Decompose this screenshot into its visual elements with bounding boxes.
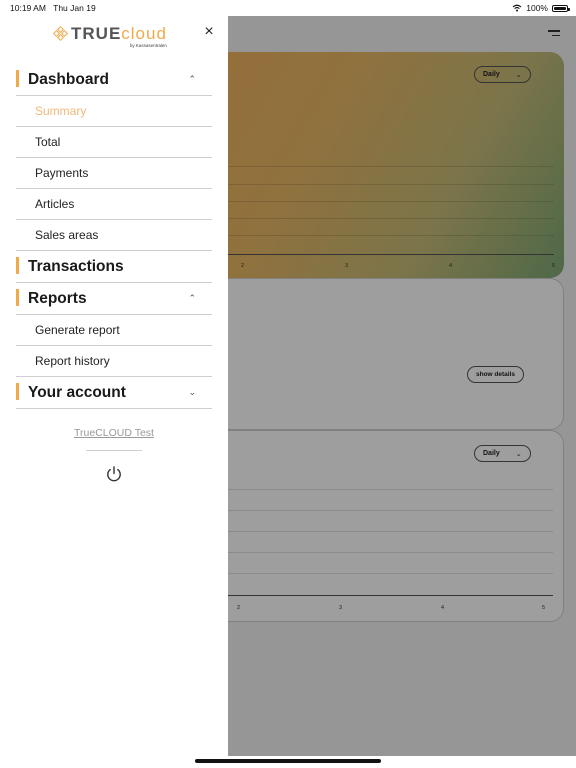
side-drawer: TRUEcloud by Kassasentralen × Dashboard … [0, 16, 228, 768]
home-indicator[interactable] [195, 759, 381, 763]
section-your-account[interactable]: Your account ⌄ [16, 377, 212, 409]
menu-item-generate-report[interactable]: Generate report [16, 315, 212, 346]
section-transactions[interactable]: Transactions [16, 251, 212, 283]
chevron-down-icon: ⌄ [188, 387, 196, 397]
status-time: 10:19 AM [10, 3, 46, 13]
menu-item-report-history[interactable]: Report history [16, 346, 212, 377]
logo-mark-icon [52, 25, 69, 42]
drawer-header: TRUEcloud by Kassasentralen × [0, 16, 228, 56]
status-date: Thu Jan 19 [53, 3, 96, 13]
section-reports[interactable]: Reports ⌃ [16, 283, 212, 315]
status-bar: 10:19 AM Thu Jan 19 100% [0, 0, 576, 16]
logo-subtitle: by Kassasentralen [129, 43, 167, 48]
close-icon[interactable]: × [202, 24, 216, 40]
status-left: 10:19 AM Thu Jan 19 [10, 3, 101, 13]
chevron-up-icon: ⌃ [188, 293, 196, 303]
menu-item-total[interactable]: Total [16, 127, 212, 158]
screen: 10:19 AM Thu Jan 19 100% Daily ⌄ 2 3 4 5… [0, 0, 576, 768]
battery-icon [552, 4, 570, 12]
section-label: Your account [28, 383, 126, 401]
divider [86, 450, 142, 451]
status-right: 100% [512, 3, 570, 13]
menu-item-sales-areas[interactable]: Sales areas [16, 220, 212, 251]
section-label: Transactions [28, 257, 124, 275]
battery-percent: 100% [526, 3, 548, 13]
power-icon[interactable] [105, 465, 123, 483]
menu-item-payments[interactable]: Payments [16, 158, 212, 189]
section-label: Dashboard [28, 70, 109, 88]
menu-item-summary[interactable]: Summary [16, 96, 212, 127]
drawer-menu: Dashboard ⌃ Summary Total Payments Artic… [16, 64, 212, 409]
section-label: Reports [28, 289, 87, 307]
logo-text: TRUEcloud [71, 24, 167, 43]
menu-item-articles[interactable]: Articles [16, 189, 212, 220]
wifi-icon [512, 4, 522, 12]
account-name-link[interactable]: TrueCLOUD Test [0, 427, 228, 439]
section-dashboard[interactable]: Dashboard ⌃ [16, 64, 212, 96]
chevron-up-icon: ⌃ [188, 74, 196, 84]
truecloud-logo: TRUEcloud by Kassasentralen [52, 24, 167, 48]
